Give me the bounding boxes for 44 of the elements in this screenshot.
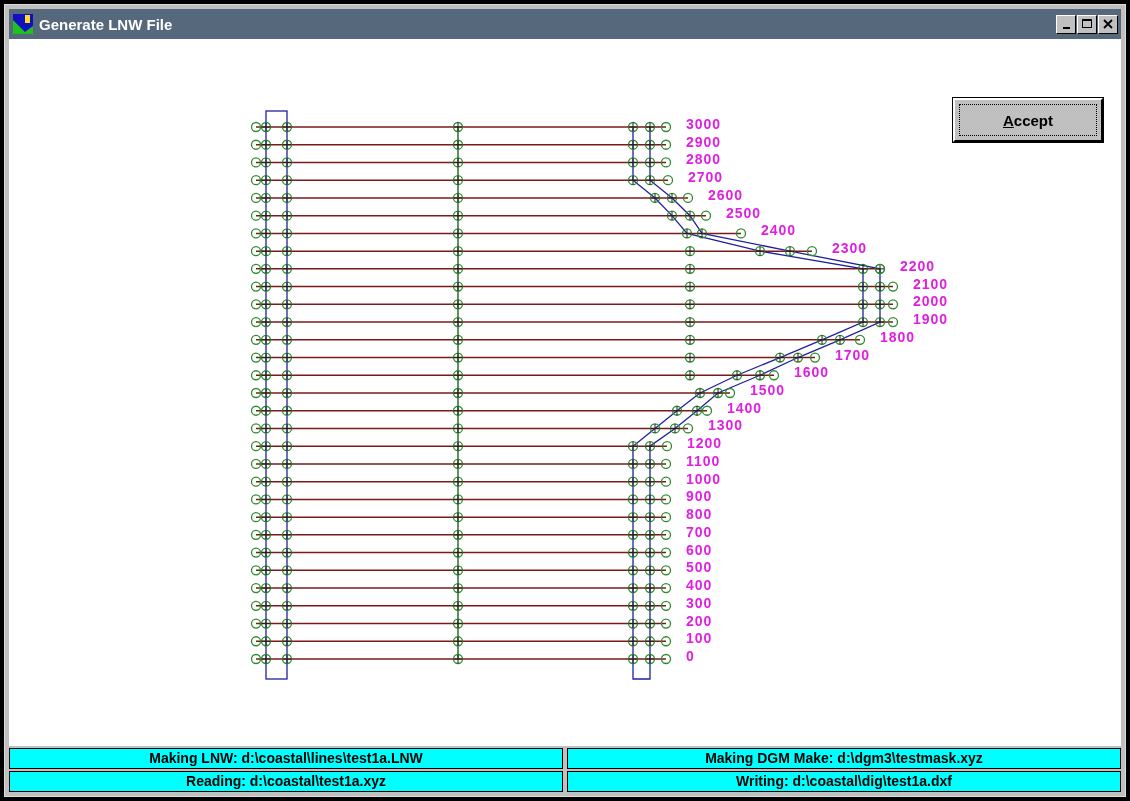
close-icon <box>1103 19 1113 29</box>
line-label: 600 <box>686 541 713 558</box>
line-label: 200 <box>686 612 713 629</box>
status-field: Making LNW: d:\coastal\lines\test1a.LNW <box>9 748 563 769</box>
line-label: 1900 <box>913 311 949 328</box>
line-label: 1600 <box>794 364 830 381</box>
line-label: 400 <box>686 577 713 594</box>
line-label: 1800 <box>880 328 916 345</box>
line-label: 100 <box>686 630 713 647</box>
status-field: Reading: d:\coastal\test1a.xyz <box>9 771 563 792</box>
line-label: 0 <box>686 648 695 664</box>
line-label: 2600 <box>708 186 744 203</box>
line-label: 2400 <box>761 222 797 239</box>
minimize-button[interactable] <box>1056 14 1076 34</box>
line-label: 2800 <box>686 151 722 168</box>
line-label: 1100 <box>686 452 721 469</box>
line-label: 1500 <box>750 382 786 398</box>
line-label: 2000 <box>913 293 949 310</box>
status-field: Making DGM Make: d:\dgm3\testmask.xyz <box>567 748 1121 769</box>
line-label: 2100 <box>913 275 949 292</box>
line-label: 300 <box>686 594 713 611</box>
line-label: 900 <box>686 488 713 505</box>
status-field: Writing: d:\coastal\dig\test1a.dxf <box>567 771 1121 792</box>
line-label: 500 <box>686 559 713 576</box>
line-label: 2700 <box>688 169 724 186</box>
minimize-icon <box>1062 26 1070 29</box>
line-label: 2200 <box>900 257 936 274</box>
close-button[interactable] <box>1098 14 1118 34</box>
line-label: 3000 <box>686 116 722 132</box>
line-label: 1300 <box>708 417 744 434</box>
line-label: 800 <box>686 506 713 523</box>
line-label: 700 <box>686 523 713 540</box>
maximize-button[interactable] <box>1077 14 1097 34</box>
accept-button[interactable]: Accept <box>953 98 1103 142</box>
line-label: 1000 <box>686 470 722 487</box>
line-label: 2300 <box>832 240 868 257</box>
line-label: 2500 <box>726 204 762 221</box>
maximize-icon <box>1082 19 1092 29</box>
line-label: 2900 <box>686 133 722 150</box>
line-label: 1400 <box>727 399 763 416</box>
line-label: 1200 <box>687 435 723 452</box>
app-icon <box>13 14 33 34</box>
line-label: 1700 <box>835 346 871 363</box>
window-title: Generate LNW File <box>39 15 174 33</box>
